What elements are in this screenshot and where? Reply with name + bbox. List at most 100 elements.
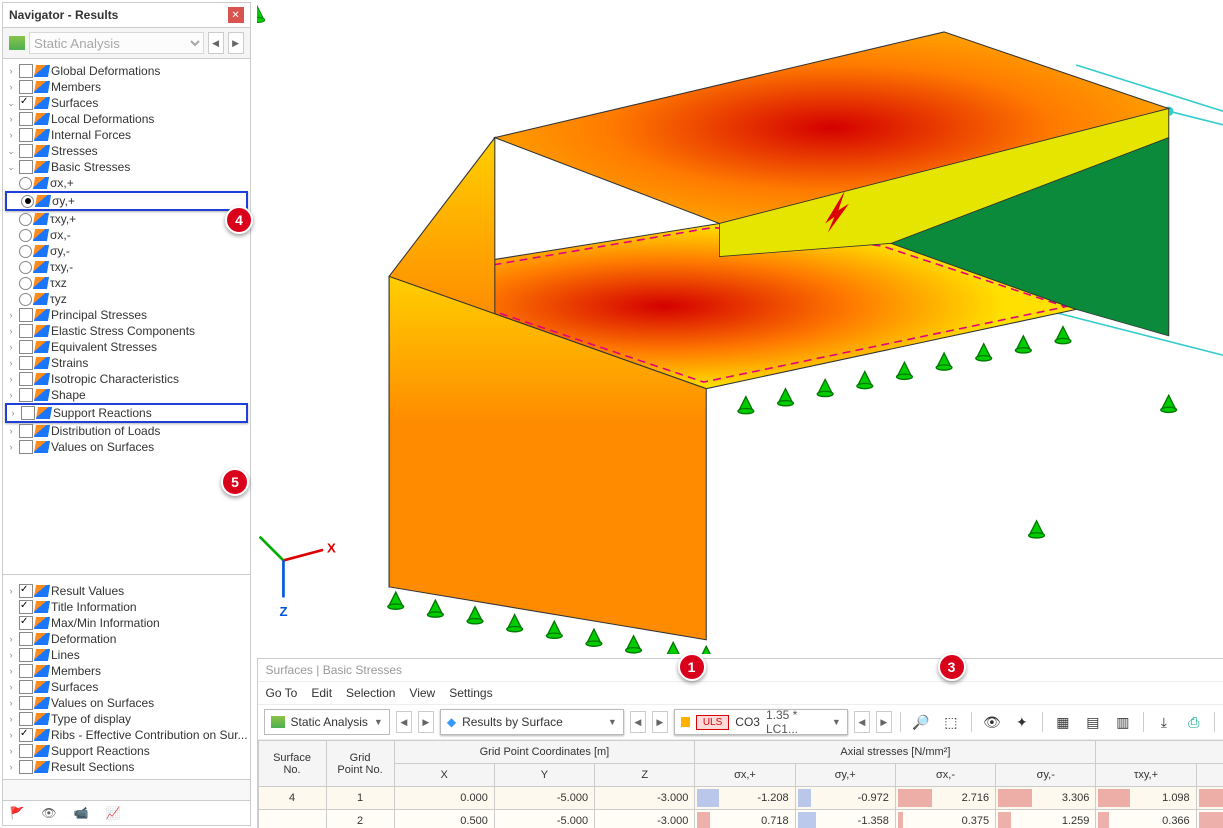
tree-item[interactable]: σx,-	[5, 227, 248, 243]
checkbox[interactable]	[19, 340, 33, 354]
checkbox[interactable]	[19, 112, 33, 126]
tree-item[interactable]: ›Values on Surfaces	[5, 439, 248, 455]
expander-icon[interactable]: ›	[5, 714, 17, 724]
tree-item[interactable]: ›Deformation	[5, 631, 248, 647]
checkbox[interactable]	[19, 144, 33, 158]
table-icon[interactable]: ▦	[1051, 710, 1075, 734]
table3-icon[interactable]: ▥	[1111, 710, 1135, 734]
tree-item[interactable]: ›Internal Forces	[5, 127, 248, 143]
checkbox[interactable]	[19, 80, 33, 94]
export-icon[interactable]: ⤓	[1152, 710, 1176, 734]
checkbox[interactable]	[19, 388, 33, 402]
checkbox[interactable]	[19, 712, 33, 726]
expander-icon[interactable]: ›	[5, 426, 17, 436]
menu-settings[interactable]: Settings	[449, 686, 492, 700]
tree-item[interactable]: ›Local Deformations	[5, 111, 248, 127]
load-combination-dropdown[interactable]: ULS CO3 1.35 * LC1... ▼	[674, 709, 848, 735]
checkbox[interactable]	[19, 744, 33, 758]
checkbox[interactable]	[19, 356, 33, 370]
tree-item[interactable]: ⌄Basic Stresses	[5, 159, 248, 175]
close-icon[interactable]: ✕	[228, 7, 244, 23]
tree-item[interactable]: σy,-	[5, 243, 248, 259]
checkbox[interactable]	[19, 584, 33, 598]
checkbox[interactable]	[19, 664, 33, 678]
tree-item[interactable]: ›Isotropic Characteristics	[5, 371, 248, 387]
menu-go-to[interactable]: Go To	[266, 686, 298, 700]
checkbox[interactable]	[19, 424, 33, 438]
checkbox[interactable]	[19, 128, 33, 142]
prev-icon[interactable]: ◀	[854, 711, 870, 733]
checkbox[interactable]	[19, 648, 33, 662]
menu-view[interactable]: View	[409, 686, 435, 700]
expander-icon[interactable]: ›	[5, 746, 17, 756]
prev-arrow-icon[interactable]: ◀	[208, 32, 224, 54]
eye-icon[interactable]: 👁	[39, 805, 59, 821]
tree-item[interactable]: ›Values on Surfaces	[5, 695, 248, 711]
expander-icon[interactable]: ›	[5, 342, 17, 352]
tree-item[interactable]: ›Members	[5, 79, 248, 95]
expander-icon[interactable]: ›	[5, 310, 17, 320]
expander-icon[interactable]: ›	[5, 442, 17, 452]
tree-item[interactable]: ⌄Surfaces	[5, 95, 248, 111]
expander-icon[interactable]: ›	[5, 82, 17, 92]
expander-icon[interactable]: ›	[5, 358, 17, 368]
prev-icon[interactable]: ◀	[396, 711, 412, 733]
next-icon[interactable]: ▶	[418, 711, 434, 733]
axis-icon[interactable]: ✦	[1010, 710, 1034, 734]
tree-item[interactable]: Max/Min Information	[5, 615, 248, 631]
tree-item[interactable]: ›Distribution of Loads	[5, 423, 248, 439]
checkbox[interactable]	[19, 308, 33, 322]
tree-item[interactable]: ›Surfaces	[5, 679, 248, 695]
tree-item[interactable]: τxy,-	[5, 259, 248, 275]
checkbox[interactable]	[19, 696, 33, 710]
navigator-tree[interactable]: ›Global Deformations›Members⌄Surfaces›Lo…	[3, 59, 250, 570]
navigator-options-tree[interactable]: ›Result ValuesTitle InformationMax/Min I…	[3, 579, 250, 779]
radio-icon[interactable]	[21, 195, 34, 208]
expander-icon[interactable]: ›	[5, 698, 17, 708]
checkbox[interactable]	[19, 632, 33, 646]
results-by-dropdown[interactable]: ◆ Results by Surface ▼	[440, 709, 624, 735]
tree-item[interactable]: Title Information	[5, 599, 248, 615]
tree-item[interactable]: τxz	[5, 275, 248, 291]
checkbox[interactable]	[19, 440, 33, 454]
expander-icon[interactable]: ›	[5, 114, 17, 124]
expander-icon[interactable]: ›	[5, 390, 17, 400]
table-row[interactable]: 410.000-5.000-3.000-1.208-0.9722.7163.30…	[258, 787, 1223, 810]
expander-icon[interactable]: ›	[5, 682, 17, 692]
checkbox[interactable]	[19, 600, 33, 614]
radio-icon[interactable]	[19, 293, 32, 306]
prev-icon[interactable]: ◀	[630, 711, 646, 733]
flag-icon[interactable]: 🚩	[7, 805, 27, 821]
expander-icon[interactable]: ›	[5, 130, 17, 140]
tree-item[interactable]: ›Lines	[5, 647, 248, 663]
radio-icon[interactable]	[19, 245, 32, 258]
expander-icon[interactable]: ›	[5, 374, 17, 384]
results-grid[interactable]: SurfaceNo.GridPoint No.Grid Point Coordi…	[258, 740, 1223, 828]
chart-icon[interactable]: 📈	[103, 805, 123, 821]
filter-icon[interactable]: 🔎	[909, 710, 933, 734]
tree-item[interactable]: ›Equivalent Stresses	[5, 339, 248, 355]
expander-icon[interactable]: ›	[5, 326, 17, 336]
tree-item[interactable]: ›Principal Stresses	[5, 307, 248, 323]
select-icon[interactable]: ⬚	[939, 710, 963, 734]
expander-icon[interactable]: ›	[5, 586, 17, 596]
tree-item[interactable]: ›Global Deformations	[5, 63, 248, 79]
tree-item[interactable]: ›Result Values	[5, 583, 248, 599]
print-icon[interactable]: ⎙	[1182, 710, 1206, 734]
checkbox[interactable]	[21, 406, 35, 420]
tree-item[interactable]: ›Support Reactions	[5, 743, 248, 759]
expander-icon[interactable]: ›	[5, 650, 17, 660]
tree-item[interactable]: ›Support Reactions	[5, 403, 248, 423]
expander-icon[interactable]: ›	[5, 634, 17, 644]
radio-icon[interactable]	[19, 261, 32, 274]
checkbox[interactable]	[19, 728, 33, 742]
checkbox[interactable]	[19, 96, 33, 110]
expander-icon[interactable]: ›	[5, 666, 17, 676]
radio-icon[interactable]	[19, 177, 32, 190]
menu-selection[interactable]: Selection	[346, 686, 395, 700]
table-row[interactable]: 20.500-5.000-3.0000.718-1.3580.3751.2590…	[258, 810, 1223, 828]
tree-item[interactable]: ›Shape	[5, 387, 248, 403]
3d-viewport[interactable]: X Y Z	[257, 4, 1223, 654]
expander-icon[interactable]: ›	[5, 730, 17, 740]
tree-item[interactable]: ⌄Stresses	[5, 143, 248, 159]
